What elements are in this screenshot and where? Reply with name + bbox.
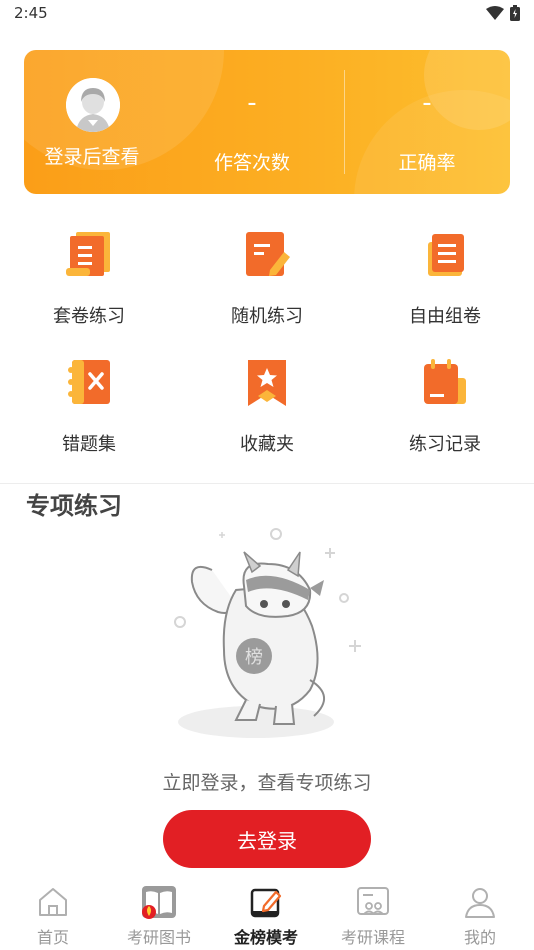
mascot-illustration: 榜 <box>174 528 361 738</box>
custom-paper-icon <box>428 234 464 276</box>
bottom-nav: 首页 考研图书 金榜模考 考研课程 我的 <box>0 880 534 950</box>
grid-item-wrong-questions[interactable]: 错题集 <box>0 358 178 468</box>
status-bar: 2:45 <box>0 0 534 30</box>
nav-label: 考研课程 <box>340 928 405 947</box>
course-icon <box>357 887 389 915</box>
profile-icon <box>465 888 495 918</box>
nav-item-profile[interactable]: 我的 <box>427 880 533 950</box>
nav-item-mock-exam[interactable]: 金榜模考 <box>213 880 319 950</box>
grid-label: 练习记录 <box>409 434 481 455</box>
grid-item-custom-paper[interactable]: 自由组卷 <box>356 230 534 340</box>
stat-divider <box>344 70 345 174</box>
stats-card[interactable]: 登录后查看 - 作答次数 - 正确率 <box>24 50 510 194</box>
login-prompt[interactable]: 登录后查看 <box>24 142 160 169</box>
nav-label: 我的 <box>463 928 496 947</box>
grid-label: 收藏夹 <box>240 434 294 455</box>
wifi-icon <box>486 6 504 20</box>
grid-item-practice-record[interactable]: 练习记录 <box>356 358 534 468</box>
wrong-questions-icon <box>68 360 110 404</box>
section-title: 专项练习 <box>26 492 122 520</box>
grid-label: 套卷练习 <box>53 306 125 327</box>
practice-record-icon <box>424 359 466 404</box>
nav-label: 考研图书 <box>126 928 191 947</box>
avatar[interactable] <box>66 78 120 132</box>
grid-label: 自由组卷 <box>409 306 481 327</box>
answer-count-label: 作答次数 <box>213 152 290 174</box>
random-practice-icon <box>246 232 290 276</box>
default-avatar-icon <box>66 78 120 132</box>
favorites-icon <box>248 360 286 406</box>
svg-text:榜: 榜 <box>245 647 263 668</box>
grid-item-random-practice[interactable]: 随机练习 <box>178 230 356 340</box>
section-divider <box>0 483 534 484</box>
nav-item-home[interactable]: 首页 <box>0 880 106 950</box>
status-time: 2:45 <box>14 4 48 22</box>
grid-label: 随机练习 <box>231 306 303 327</box>
nav-item-books[interactable]: 考研图书 <box>106 880 212 950</box>
grid-label: 错题集 <box>62 434 116 455</box>
grid-item-favorites[interactable]: 收藏夹 <box>178 358 356 468</box>
home-icon <box>39 888 67 916</box>
nav-item-courses[interactable]: 考研课程 <box>320 880 426 950</box>
battery-icon <box>510 5 520 21</box>
accuracy-label: 正确率 <box>398 152 456 174</box>
empty-state-text: 立即登录，查看专项练习 <box>162 772 372 794</box>
nav-label: 首页 <box>36 928 69 947</box>
answer-count-value: - <box>247 88 257 118</box>
login-button[interactable]: 去登录 <box>163 810 371 868</box>
paper-set-icon <box>66 232 110 276</box>
exam-edit-icon <box>250 888 282 918</box>
grid-item-paper-set[interactable]: 套卷练习 <box>0 230 178 340</box>
accuracy-value: - <box>422 88 432 118</box>
nav-label: 金榜模考 <box>233 928 298 947</box>
book-icon <box>142 886 176 919</box>
